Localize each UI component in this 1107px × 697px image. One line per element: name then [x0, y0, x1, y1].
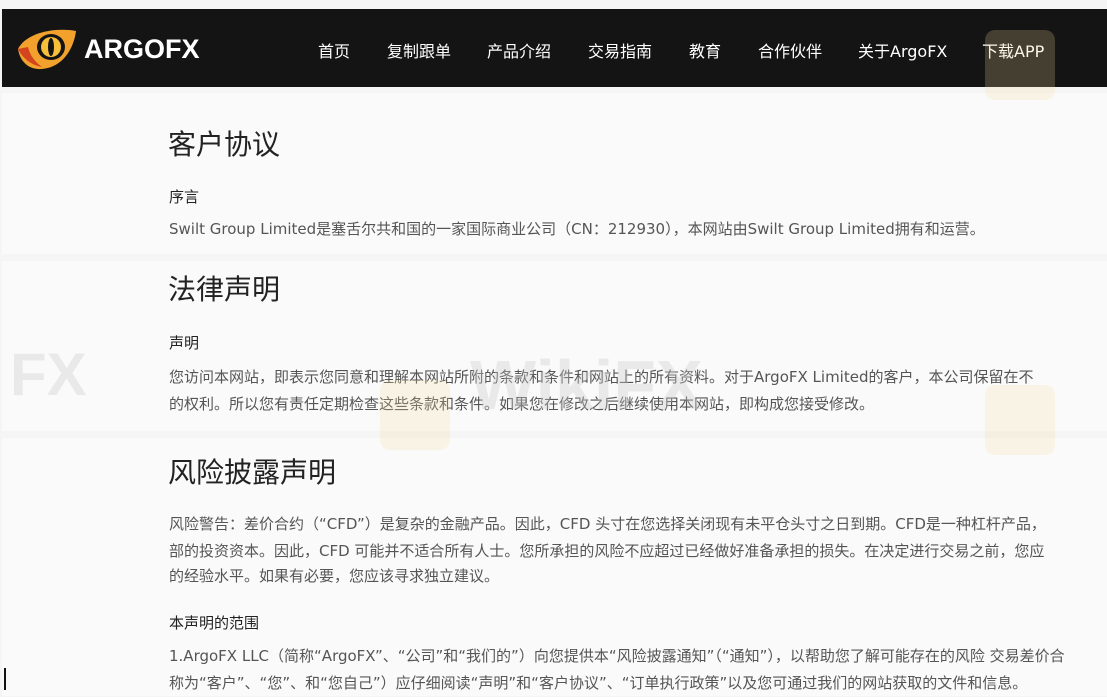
risk-text-line-2: 部的投资资本。因此，CFD 可能并不适合所有人士。您所承担的风险不应超过已经做好…	[169, 542, 1045, 560]
cat-eye-logo-icon	[18, 29, 76, 70]
risk-text-line-3: 的经验水平。如果有必要，您应该寻求独立建议。	[169, 567, 500, 585]
nav-item-home[interactable]: 首页	[318, 38, 350, 62]
legal-subtitle: 声明	[169, 334, 200, 352]
nav-item-partners[interactable]: 合作伙伴	[758, 38, 822, 62]
legal-text-line-2: 的权利。所以您有责任定期检查这些条款和条件。如果您在修改之后继续使用本网站，即构…	[169, 395, 875, 413]
agreement-text: Swilt Group Limited是塞舌尔共和国的一家国际商业公司（CN：2…	[169, 220, 985, 238]
nav-item-trading-guide[interactable]: 交易指南	[588, 38, 652, 62]
nav-item-products[interactable]: 产品介绍	[487, 38, 551, 62]
top-navbar: ARGOFX 首页 复制跟单 产品介绍 交易指南 教育 合作伙伴 关于ArgoF…	[2, 9, 1107, 87]
risk-title: 风险披露声明	[168, 456, 337, 489]
nav-item-copy-trading[interactable]: 复制跟单	[387, 38, 451, 62]
risk-text-line-1: 风险警告：差价合约（“CFD”）是复杂的金融产品。因此，CFD 头寸在您选择关闭…	[169, 515, 1046, 533]
agreement-subtitle: 序言	[169, 188, 200, 206]
legal-title: 法律声明	[168, 273, 281, 306]
nav-item-education[interactable]: 教育	[689, 38, 721, 62]
text-cursor-icon	[4, 668, 6, 690]
brand-name: ARGOFX	[84, 33, 200, 64]
nav-item-download-app[interactable]: 下载APP	[982, 38, 1044, 62]
nav-item-about[interactable]: 关于ArgoFX	[858, 38, 947, 62]
scope-text-line-2: 称为“客户”、“您”、和“您自己”）应仔细阅读“声明”和“客户协议”、“订单执行…	[169, 674, 1028, 692]
legal-text-line-1: 您访问本网站，即表示您同意和理解本网站所附的条款和条件和网站上的所有资料。对于A…	[169, 368, 1034, 386]
scope-text-line-1: 1.ArgoFX LLC（简称“ArgoFX”、“公司”和“我们的”）向您提供本…	[169, 647, 1065, 665]
agreement-title: 客户协议	[168, 128, 281, 161]
brand-logo[interactable]: ARGOFX	[16, 27, 200, 71]
scope-title: 本声明的范围	[169, 614, 260, 632]
